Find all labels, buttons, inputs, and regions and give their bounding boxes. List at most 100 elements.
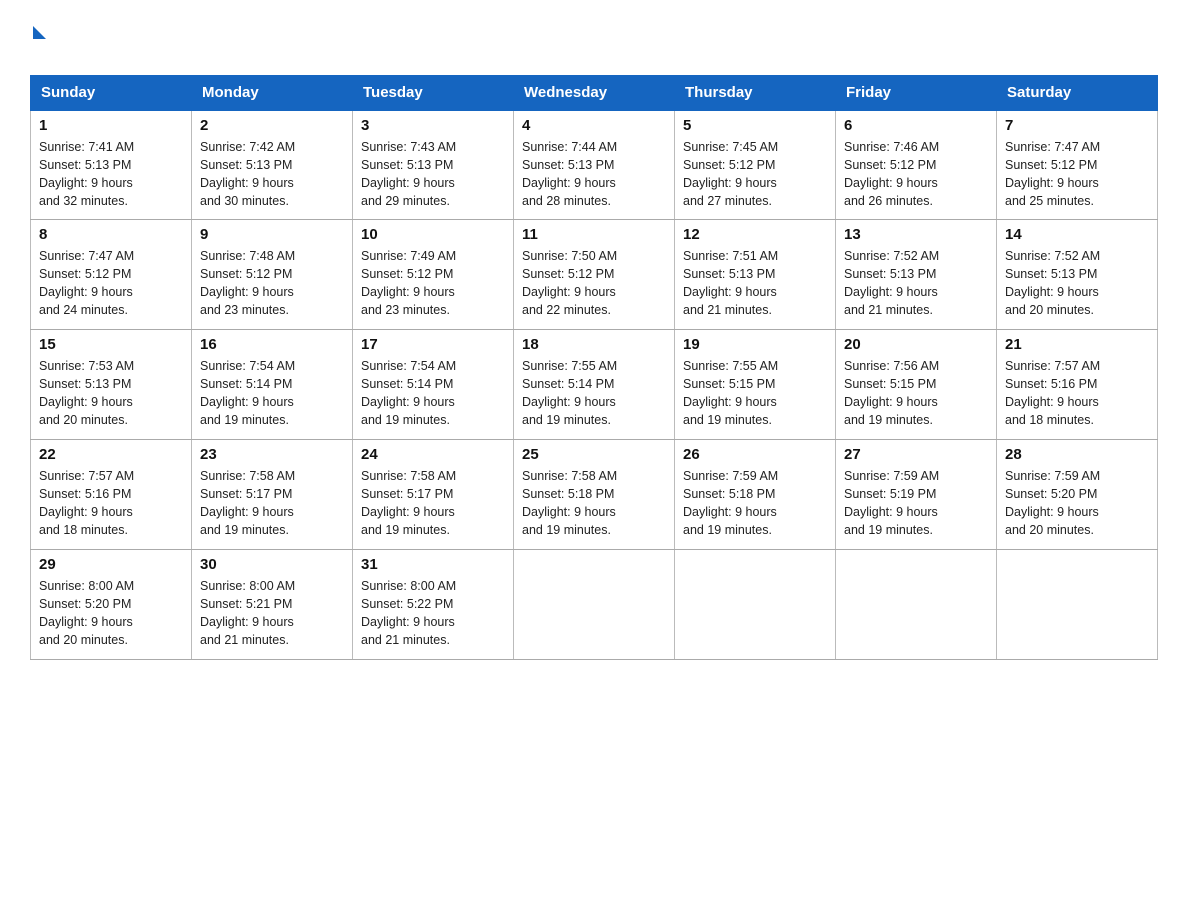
week-row-2: 8 Sunrise: 7:47 AMSunset: 5:12 PMDaylight… <box>31 220 1158 330</box>
day-number: 6 <box>844 117 988 134</box>
day-number: 19 <box>683 336 827 353</box>
day-number: 22 <box>39 446 183 463</box>
day-info: Sunrise: 7:43 AMSunset: 5:13 PMDaylight:… <box>361 138 505 211</box>
page-header <box>30 20 1158 55</box>
logo-arrow-icon <box>33 26 46 39</box>
day-info: Sunrise: 7:54 AMSunset: 5:14 PMDaylight:… <box>200 357 344 430</box>
logo-general-line <box>30 20 46 55</box>
day-cell-1: 1 Sunrise: 7:41 AMSunset: 5:13 PMDaylight… <box>31 110 192 220</box>
day-cell-7: 7Sunrise: 7:47 AMSunset: 5:12 PMDaylight… <box>997 110 1158 220</box>
day-cell-5: 5 Sunrise: 7:45 AMSunset: 5:12 PMDaylight… <box>675 110 836 220</box>
empty-cell <box>997 550 1158 660</box>
day-number: 20 <box>844 336 988 353</box>
day-info: Sunrise: 7:47 AMSunset: 5:12 PMDaylight:… <box>39 247 183 320</box>
day-cell-13: 13 Sunrise: 7:52 AMSunset: 5:13 PMDayligh… <box>836 220 997 330</box>
day-number: 13 <box>844 226 988 243</box>
day-info: Sunrise: 7:50 AMSunset: 5:12 PMDaylight:… <box>522 247 666 320</box>
day-cell-4: 4Sunrise: 7:44 AMSunset: 5:13 PMDaylight… <box>514 110 675 220</box>
day-info: Sunrise: 7:46 AMSunset: 5:12 PMDaylight:… <box>844 138 988 211</box>
day-info: Sunrise: 8:00 AMSunset: 5:21 PMDaylight:… <box>200 577 344 650</box>
week-row-3: 15 Sunrise: 7:53 AMSunset: 5:13 PMDayligh… <box>31 330 1158 440</box>
day-cell-16: 16 Sunrise: 7:54 AMSunset: 5:14 PMDayligh… <box>192 330 353 440</box>
day-info: Sunrise: 7:51 AMSunset: 5:13 PMDaylight:… <box>683 247 827 320</box>
day-cell-9: 9 Sunrise: 7:48 AMSunset: 5:12 PMDaylight… <box>192 220 353 330</box>
day-number: 4 <box>522 117 666 134</box>
day-cell-29: 29 Sunrise: 8:00 AMSunset: 5:20 PMDayligh… <box>31 550 192 660</box>
week-row-5: 29 Sunrise: 8:00 AMSunset: 5:20 PMDayligh… <box>31 550 1158 660</box>
day-cell-11: 11 Sunrise: 7:50 AMSunset: 5:12 PMDayligh… <box>514 220 675 330</box>
empty-cell <box>836 550 997 660</box>
day-number: 28 <box>1005 446 1149 463</box>
logo <box>30 20 46 55</box>
day-cell-10: 10Sunrise: 7:49 AMSunset: 5:12 PMDayligh… <box>353 220 514 330</box>
day-number: 5 <box>683 117 827 134</box>
day-number: 3 <box>361 117 505 134</box>
week-row-4: 22 Sunrise: 7:57 AMSunset: 5:16 PMDayligh… <box>31 440 1158 550</box>
day-info: Sunrise: 8:00 AMSunset: 5:20 PMDaylight:… <box>39 577 183 650</box>
day-cell-18: 18 Sunrise: 7:55 AMSunset: 5:14 PMDayligh… <box>514 330 675 440</box>
calendar-table: SundayMondayTuesdayWednesdayThursdayFrid… <box>30 75 1158 661</box>
col-header-wednesday: Wednesday <box>514 75 675 110</box>
day-info: Sunrise: 7:42 AMSunset: 5:13 PMDaylight:… <box>200 138 344 211</box>
day-info: Sunrise: 7:54 AMSunset: 5:14 PMDaylight:… <box>361 357 505 430</box>
day-info: Sunrise: 7:45 AMSunset: 5:12 PMDaylight:… <box>683 138 827 211</box>
day-number: 18 <box>522 336 666 353</box>
col-header-tuesday: Tuesday <box>353 75 514 110</box>
day-info: Sunrise: 7:58 AMSunset: 5:17 PMDaylight:… <box>361 467 505 540</box>
day-cell-21: 21Sunrise: 7:57 AMSunset: 5:16 PMDayligh… <box>997 330 1158 440</box>
day-number: 11 <box>522 226 666 243</box>
week-row-1: 1 Sunrise: 7:41 AMSunset: 5:13 PMDaylight… <box>31 110 1158 220</box>
day-number: 16 <box>200 336 344 353</box>
day-cell-2: 2 Sunrise: 7:42 AMSunset: 5:13 PMDaylight… <box>192 110 353 220</box>
day-cell-6: 6 Sunrise: 7:46 AMSunset: 5:12 PMDaylight… <box>836 110 997 220</box>
day-cell-8: 8 Sunrise: 7:47 AMSunset: 5:12 PMDaylight… <box>31 220 192 330</box>
day-cell-24: 24 Sunrise: 7:58 AMSunset: 5:17 PMDayligh… <box>353 440 514 550</box>
day-number: 27 <box>844 446 988 463</box>
day-info: Sunrise: 7:41 AMSunset: 5:13 PMDaylight:… <box>39 138 183 211</box>
day-info: Sunrise: 7:55 AMSunset: 5:14 PMDaylight:… <box>522 357 666 430</box>
header-row: SundayMondayTuesdayWednesdayThursdayFrid… <box>31 75 1158 110</box>
day-number: 12 <box>683 226 827 243</box>
day-info: Sunrise: 7:57 AMSunset: 5:16 PMDaylight:… <box>39 467 183 540</box>
day-number: 1 <box>39 117 183 134</box>
day-number: 14 <box>1005 226 1149 243</box>
day-info: Sunrise: 7:59 AMSunset: 5:18 PMDaylight:… <box>683 467 827 540</box>
day-number: 2 <box>200 117 344 134</box>
col-header-thursday: Thursday <box>675 75 836 110</box>
day-cell-14: 14Sunrise: 7:52 AMSunset: 5:13 PMDayligh… <box>997 220 1158 330</box>
day-number: 25 <box>522 446 666 463</box>
day-info: Sunrise: 7:48 AMSunset: 5:12 PMDaylight:… <box>200 247 344 320</box>
day-cell-31: 31 Sunrise: 8:00 AMSunset: 5:22 PMDayligh… <box>353 550 514 660</box>
empty-cell <box>514 550 675 660</box>
day-number: 21 <box>1005 336 1149 353</box>
day-cell-15: 15 Sunrise: 7:53 AMSunset: 5:13 PMDayligh… <box>31 330 192 440</box>
day-cell-3: 3 Sunrise: 7:43 AMSunset: 5:13 PMDaylight… <box>353 110 514 220</box>
day-info: Sunrise: 7:49 AMSunset: 5:12 PMDaylight:… <box>361 247 505 320</box>
day-cell-12: 12 Sunrise: 7:51 AMSunset: 5:13 PMDayligh… <box>675 220 836 330</box>
day-number: 29 <box>39 556 183 573</box>
day-cell-20: 20 Sunrise: 7:56 AMSunset: 5:15 PMDayligh… <box>836 330 997 440</box>
day-number: 23 <box>200 446 344 463</box>
day-info: Sunrise: 7:59 AMSunset: 5:20 PMDaylight:… <box>1005 467 1149 540</box>
day-info: Sunrise: 7:59 AMSunset: 5:19 PMDaylight:… <box>844 467 988 540</box>
day-number: 9 <box>200 226 344 243</box>
day-info: Sunrise: 7:55 AMSunset: 5:15 PMDaylight:… <box>683 357 827 430</box>
day-number: 26 <box>683 446 827 463</box>
day-number: 15 <box>39 336 183 353</box>
day-cell-30: 30Sunrise: 8:00 AMSunset: 5:21 PMDayligh… <box>192 550 353 660</box>
col-header-monday: Monday <box>192 75 353 110</box>
day-info: Sunrise: 7:56 AMSunset: 5:15 PMDaylight:… <box>844 357 988 430</box>
col-header-friday: Friday <box>836 75 997 110</box>
day-info: Sunrise: 7:52 AMSunset: 5:13 PMDaylight:… <box>844 247 988 320</box>
day-cell-26: 26 Sunrise: 7:59 AMSunset: 5:18 PMDayligh… <box>675 440 836 550</box>
day-info: Sunrise: 8:00 AMSunset: 5:22 PMDaylight:… <box>361 577 505 650</box>
day-number: 31 <box>361 556 505 573</box>
day-info: Sunrise: 7:53 AMSunset: 5:13 PMDaylight:… <box>39 357 183 430</box>
empty-cell <box>675 550 836 660</box>
col-header-saturday: Saturday <box>997 75 1158 110</box>
day-number: 8 <box>39 226 183 243</box>
day-cell-22: 22 Sunrise: 7:57 AMSunset: 5:16 PMDayligh… <box>31 440 192 550</box>
day-cell-28: 28 Sunrise: 7:59 AMSunset: 5:20 PMDayligh… <box>997 440 1158 550</box>
day-cell-17: 17Sunrise: 7:54 AMSunset: 5:14 PMDayligh… <box>353 330 514 440</box>
day-number: 24 <box>361 446 505 463</box>
